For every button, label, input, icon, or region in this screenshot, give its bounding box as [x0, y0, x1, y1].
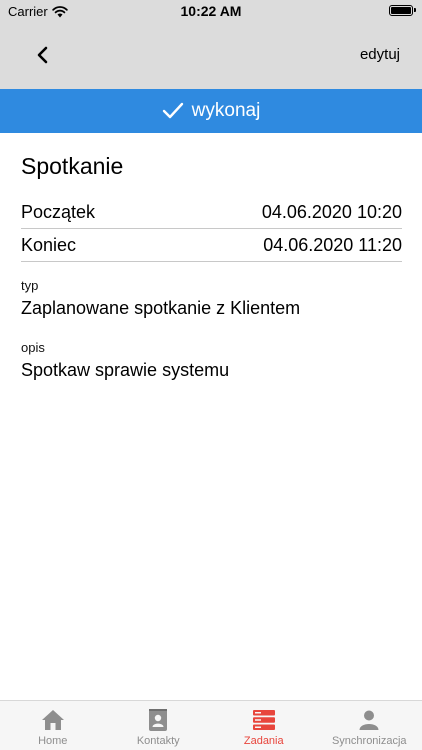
start-row: Początek 04.06.2020 10:20: [21, 197, 402, 229]
type-value: Zaplanowane spotkanie z Klientem: [21, 298, 301, 318]
person-icon: [359, 710, 379, 730]
description-value: Spotkaw sprawie systemu: [21, 360, 230, 380]
tab-bar: Home Kontakty Zadania Synchronizacja: [0, 700, 422, 750]
back-button[interactable]: [28, 40, 58, 70]
contacts-icon: [149, 709, 168, 731]
end-row: Koniec 04.06.2020 11:20: [21, 230, 402, 262]
end-label: Koniec: [21, 235, 77, 255]
complete-task-button[interactable]: wykonaj: [0, 89, 422, 133]
start-value: 04.06.2020 10:20: [261, 202, 402, 222]
edit-button[interactable]: edytuj: [360, 46, 400, 63]
checkmark-icon: [162, 102, 183, 119]
tab-tasks-label: Zadania: [243, 735, 284, 747]
tasks-icon: [252, 710, 275, 730]
end-value: 04.06.2020 11:20: [263, 235, 402, 255]
type-label: typ: [21, 278, 39, 293]
tab-contacts-label: Kontakty: [136, 735, 180, 747]
navigation-bar: edytuj: [0, 22, 422, 89]
battery-icon: [389, 5, 416, 16]
status-bar: Carrier 10:22 AM: [0, 0, 422, 22]
tab-sync[interactable]: Synchronizacja: [317, 701, 422, 750]
tab-home[interactable]: Home: [0, 701, 106, 750]
tab-home-label: Home: [38, 735, 68, 747]
tab-tasks[interactable]: Zadania: [211, 701, 317, 750]
home-icon: [41, 710, 64, 730]
chevron-left-icon: [37, 46, 48, 64]
status-time: 10:22 AM: [180, 3, 242, 19]
tab-contacts[interactable]: Kontakty: [106, 701, 212, 750]
tab-sync-label: Synchronizacja: [331, 735, 407, 747]
start-label: Początek: [21, 202, 96, 222]
task-title: Spotkanie: [21, 153, 124, 179]
description-label: opis: [21, 340, 45, 355]
complete-task-label: wykonaj: [191, 100, 261, 121]
